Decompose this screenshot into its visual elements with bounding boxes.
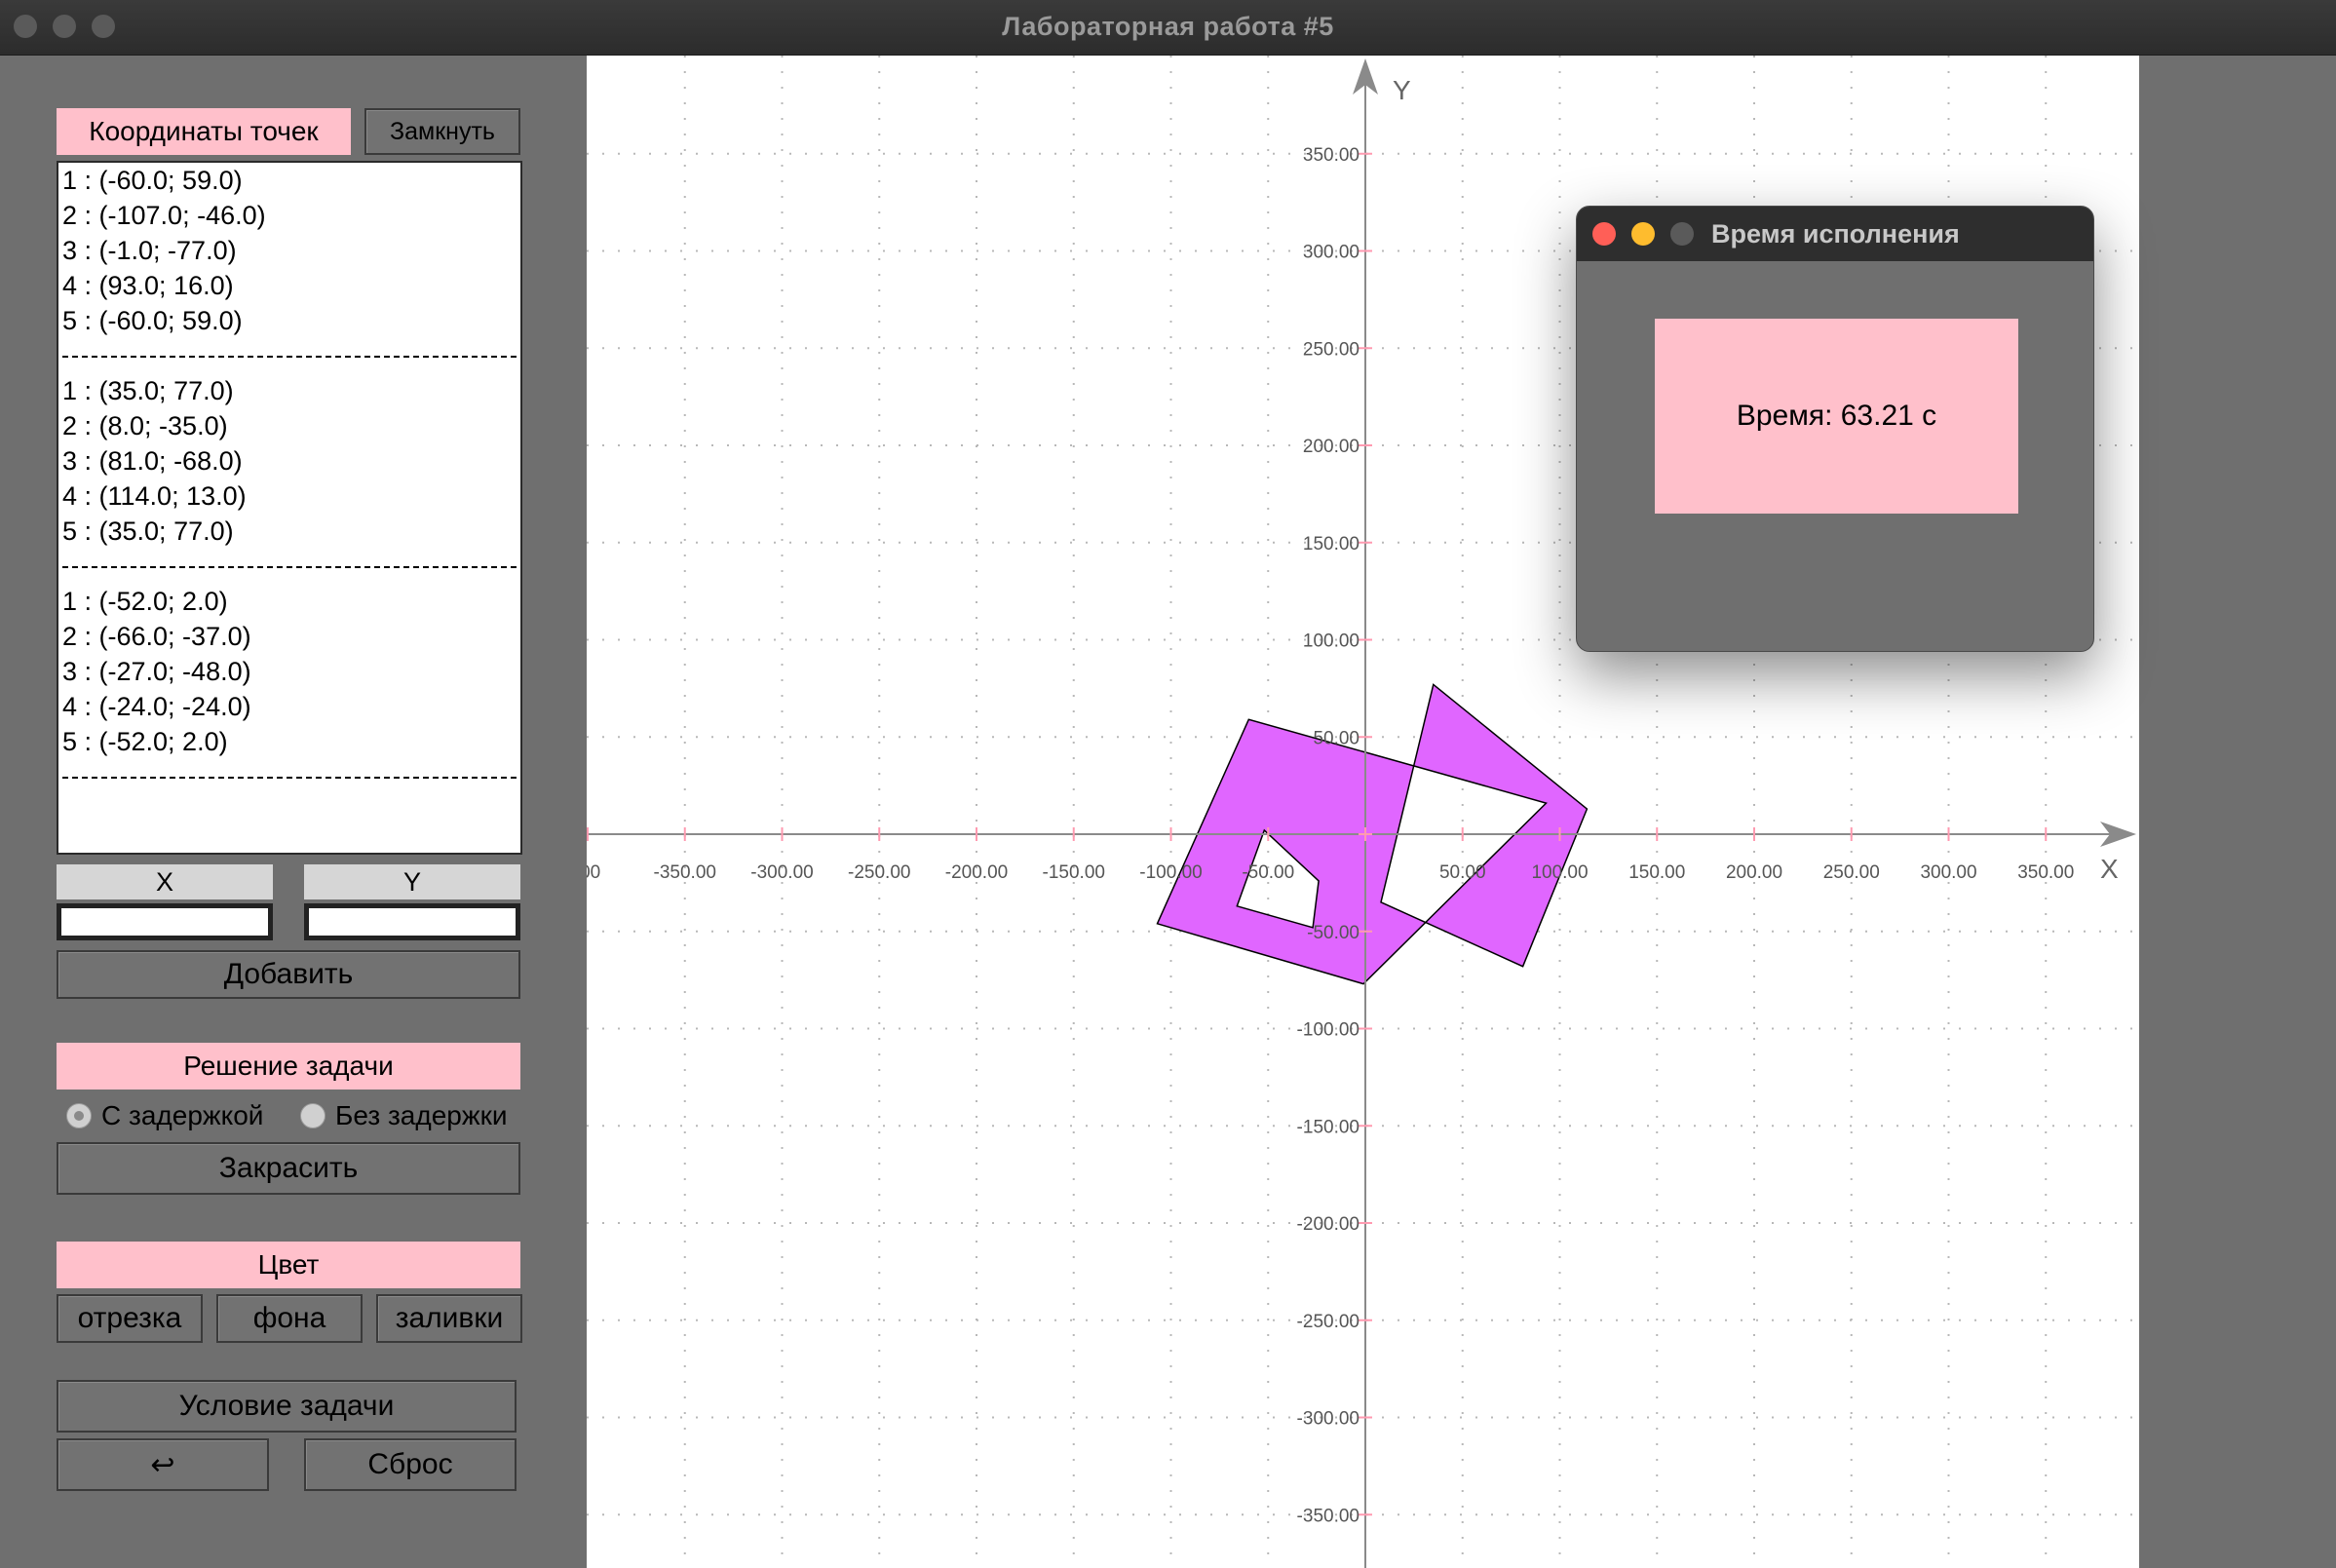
undo-button[interactable]: ↩ xyxy=(57,1438,269,1491)
y-tick-label: 100.00 xyxy=(1303,631,1359,652)
x-tick-label: -100.00 xyxy=(1139,862,1202,883)
x-tick-label: .00 xyxy=(587,862,600,883)
radio-without-delay-label: Без задержки xyxy=(335,1100,508,1130)
x-column-header: X xyxy=(57,864,273,899)
x-tick-label: 50.00 xyxy=(1439,862,1486,883)
y-tick-label: -200.00 xyxy=(1297,1214,1359,1235)
y-tick-label: 300.00 xyxy=(1303,243,1359,263)
y-tick-label: 200.00 xyxy=(1303,437,1359,457)
point-list-item[interactable]: 3 : (-27.0; -48.0) xyxy=(58,654,520,689)
execution-time-dialog: Время исполнения Время: 63.21 с xyxy=(1576,206,2094,652)
y-tick-label: -100.00 xyxy=(1297,1020,1359,1041)
x-tick-label: -300.00 xyxy=(750,862,813,883)
radio-dot-icon[interactable] xyxy=(66,1103,92,1128)
group-separator xyxy=(58,759,520,794)
point-list-item[interactable]: 2 : (-107.0; -46.0) xyxy=(58,198,520,233)
y-tick-label: -350.00 xyxy=(1297,1506,1359,1526)
point-list-item[interactable]: 5 : (-52.0; 2.0) xyxy=(58,724,520,759)
group-separator xyxy=(58,549,520,584)
color-header: Цвет xyxy=(57,1242,520,1288)
y-tick-label: 50.00 xyxy=(1313,728,1359,748)
y-tick-label: -250.00 xyxy=(1297,1312,1359,1332)
point-list-item[interactable]: 1 : (-60.0; 59.0) xyxy=(58,163,520,198)
background-color-button[interactable]: фона xyxy=(216,1294,363,1343)
segment-color-button[interactable]: отрезка xyxy=(57,1294,203,1343)
y-tick-label: -50.00 xyxy=(1307,923,1359,943)
point-list-item[interactable]: 3 : (-1.0; -77.0) xyxy=(58,233,520,268)
minimize-icon[interactable] xyxy=(1631,222,1655,246)
y-tick-label: -300.00 xyxy=(1297,1409,1359,1430)
execution-time-value: Время: 63.21 с xyxy=(1655,319,2018,514)
task-condition-button[interactable]: Условие задачи xyxy=(57,1380,517,1433)
radio-with-delay-label: С задержкой xyxy=(101,1100,264,1130)
point-list-item[interactable]: 2 : (8.0; -35.0) xyxy=(58,408,520,443)
x-tick-label: 250.00 xyxy=(1823,862,1880,883)
x-tick-label: -250.00 xyxy=(848,862,910,883)
y-tick-label: -150.00 xyxy=(1297,1117,1359,1137)
point-list-item[interactable]: 2 : (-66.0; -37.0) xyxy=(58,619,520,654)
x-tick-label: -200.00 xyxy=(945,862,1008,883)
fill-color-button[interactable]: заливки xyxy=(376,1294,522,1343)
y-tick-label: 250.00 xyxy=(1303,339,1359,360)
x-tick-label: 200.00 xyxy=(1726,862,1782,883)
x-axis-label: X xyxy=(2100,854,2119,884)
close-icon[interactable] xyxy=(1592,222,1616,246)
y-column-header: Y xyxy=(304,864,520,899)
x-tick-label: 350.00 xyxy=(2017,862,2074,883)
points-list[interactable]: 1 : (-60.0; 59.0) 2 : (-107.0; -46.0) 3 : … xyxy=(57,161,522,855)
x-tick-label: -350.00 xyxy=(654,862,716,883)
y-axis-label: Y xyxy=(1393,75,1411,105)
x-tick-label: 300.00 xyxy=(1920,862,1976,883)
fill-button[interactable]: Закрасить xyxy=(57,1142,520,1195)
point-list-item[interactable]: 4 : (-24.0; -24.0) xyxy=(58,689,520,724)
window-title: Лабораторная работа #5 xyxy=(1002,12,1334,41)
point-list-item[interactable]: 3 : (81.0; -68.0) xyxy=(58,443,520,478)
point-list-item[interactable]: 1 : (35.0; 77.0) xyxy=(58,373,520,408)
control-panel: Координаты точек Замкнуть 1 : (-60.0; 59… xyxy=(0,56,585,1568)
zoom-icon[interactable] xyxy=(1670,222,1694,246)
y-tick-label: 350.00 xyxy=(1303,145,1359,166)
point-list-item[interactable]: 1 : (-52.0; 2.0) xyxy=(58,584,520,619)
x-tick-label: -150.00 xyxy=(1043,862,1105,883)
x-tick-label: 150.00 xyxy=(1628,862,1685,883)
point-list-item[interactable]: 4 : (93.0; 16.0) xyxy=(58,268,520,303)
x-tick-label: -50.00 xyxy=(1242,862,1294,883)
dialog-title: Время исполнения xyxy=(1711,219,1960,249)
x-input[interactable] xyxy=(57,903,273,940)
add-point-button[interactable]: Добавить xyxy=(57,950,520,999)
group-separator xyxy=(58,338,520,373)
point-list-item[interactable]: 5 : (35.0; 77.0) xyxy=(58,514,520,549)
solve-header: Решение задачи xyxy=(57,1043,520,1090)
reset-button[interactable]: Сброс xyxy=(304,1438,517,1491)
points-header: Координаты точек xyxy=(57,108,351,155)
dialog-titlebar: Время исполнения xyxy=(1577,207,2093,261)
x-tick-label: 100.00 xyxy=(1531,862,1588,883)
point-list-item[interactable]: 4 : (114.0; 13.0) xyxy=(58,478,520,514)
right-margin xyxy=(2139,56,2336,1568)
y-input[interactable] xyxy=(304,903,520,940)
window-titlebar: Лабораторная работа #5 xyxy=(0,0,2336,56)
y-tick-label: 150.00 xyxy=(1303,534,1359,555)
radio-without-delay[interactable]: Без задержки xyxy=(300,1100,507,1131)
radio-with-delay[interactable]: С задержкой xyxy=(66,1100,263,1131)
radio-dot-icon[interactable] xyxy=(300,1103,326,1128)
point-list-item[interactable]: 5 : (-60.0; 59.0) xyxy=(58,303,520,338)
close-contour-button[interactable]: Замкнуть xyxy=(364,108,520,155)
